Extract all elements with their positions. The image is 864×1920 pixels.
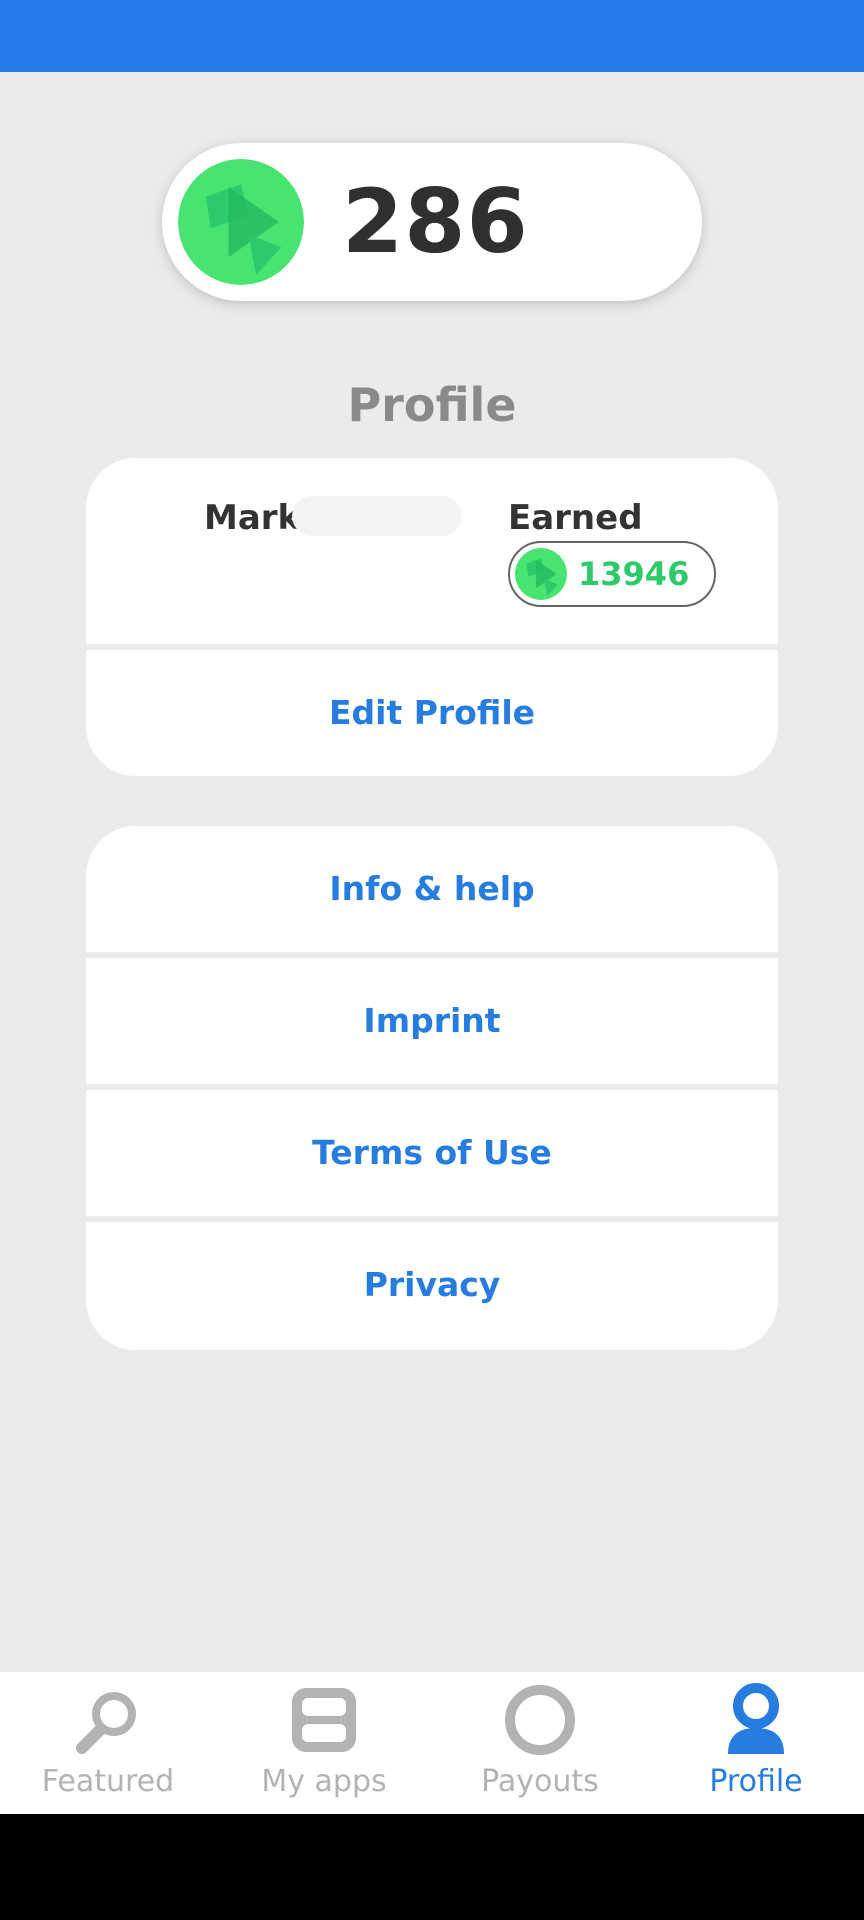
nav-item-featured[interactable]: Featured	[0, 1672, 216, 1814]
system-navigation-bar	[0, 1814, 864, 1920]
profile-card: Mark Earned 13946 Edit Profile	[86, 458, 778, 776]
nav-label-payouts: Payouts	[481, 1764, 599, 1799]
earned-label: Earned	[508, 498, 643, 538]
nav-item-payouts[interactable]: Payouts	[432, 1672, 648, 1814]
imprint-link[interactable]: Imprint	[86, 958, 778, 1090]
redacted-surname	[292, 496, 462, 536]
search-icon	[70, 1682, 146, 1758]
links-card: Info & help Imprint Terms of Use Privacy	[86, 826, 778, 1350]
balance-display: 286	[162, 143, 702, 301]
privacy-link[interactable]: Privacy	[86, 1222, 778, 1348]
bottom-nav: Featured My apps Payouts Profile	[0, 1672, 864, 1814]
nav-label-featured: Featured	[41, 1764, 175, 1799]
info-help-link[interactable]: Info & help	[86, 826, 778, 958]
apps-icon	[286, 1682, 362, 1758]
edit-profile-button[interactable]: Edit Profile	[86, 650, 778, 776]
coin-icon	[178, 159, 304, 285]
coin-icon	[515, 548, 567, 600]
status-bar	[0, 0, 864, 72]
nav-label-profile: Profile	[709, 1764, 803, 1799]
earned-badge: 13946	[508, 541, 716, 607]
user-name: Mark	[204, 498, 301, 538]
nav-item-my-apps[interactable]: My apps	[216, 1672, 432, 1814]
page-title: Profile	[347, 378, 517, 432]
user-icon	[718, 1682, 794, 1758]
nav-label-my-apps: My apps	[261, 1764, 387, 1799]
balance-value: 286	[342, 170, 529, 273]
circle-icon	[502, 1682, 578, 1758]
nav-item-profile[interactable]: Profile	[648, 1672, 864, 1814]
profile-summary: Mark Earned 13946	[86, 458, 778, 650]
earned-value: 13946	[578, 555, 690, 593]
terms-of-use-link[interactable]: Terms of Use	[86, 1090, 778, 1222]
